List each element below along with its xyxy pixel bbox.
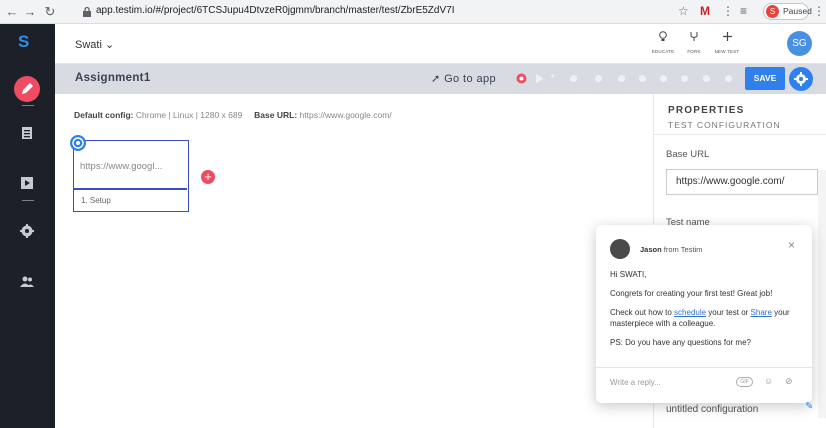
pencil-edit-icon[interactable]: ✎ (805, 401, 813, 412)
chat-widget: Jason from Testim × Hi SWATI, Congrets f… (596, 225, 812, 403)
back-icon[interactable]: ← (4, 4, 20, 20)
base-url-value[interactable]: https://www.google.com/ (300, 110, 392, 120)
test-toolbar: Assignment1 ➚ Go to app ▾ SAVE (55, 64, 826, 94)
base-url-field-label: Base URL (666, 149, 710, 160)
url-text: app.testim.io/#/project/6TCSJupu4DtvzeR0… (96, 5, 455, 16)
fork-label: FORK (687, 49, 701, 54)
team-icon[interactable] (19, 273, 35, 289)
chat-greeting: Hi SWATI, (610, 270, 647, 279)
step-name: 1. Setup (81, 196, 111, 205)
panel-scroll-edge (818, 170, 826, 418)
project-selector[interactable]: Swati ⌄ (75, 38, 114, 51)
browser-toolbar: ← → ↻ app.testim.io/#/project/6TCSJupu4D… (0, 0, 826, 24)
sender-name: Jason (640, 245, 662, 254)
sidebar-divider (22, 105, 34, 106)
more-icon[interactable] (725, 75, 732, 82)
left-sidebar: S (0, 24, 55, 428)
step-icon[interactable] (618, 75, 625, 82)
reload-icon[interactable]: ↻ (42, 4, 58, 20)
agent-avatar (610, 239, 630, 259)
chat-line-1: Congrets for creating your first test! G… (610, 289, 773, 298)
chevron-down-icon: ⌄ (104, 39, 115, 51)
properties-title: PROPERTIES (668, 105, 745, 116)
lightbulb-icon (659, 31, 667, 41)
breakpoint-icon[interactable] (595, 75, 602, 82)
fork-button[interactable]: FORK (679, 29, 709, 54)
base-url-label: Base URL: (254, 110, 298, 120)
chat-line-3: PS: Do you have any questions for me? (610, 338, 751, 347)
list-view-icon[interactable] (681, 75, 688, 82)
list-icon[interactable] (19, 125, 35, 141)
sender-suffix: from Testim (663, 245, 703, 254)
new-test-label: NEW TEST (714, 49, 740, 54)
panel-divider (654, 134, 826, 135)
go-to-app-label: Go to app (444, 73, 497, 85)
plus-icon (722, 32, 732, 41)
default-config-value[interactable]: Chrome | Linux | 1280 x 689 (136, 110, 242, 120)
pencil-icon (22, 83, 33, 94)
setup-step-card[interactable]: https://www.googl... 1. Setup (73, 140, 189, 212)
chat-text: Check out how to (610, 308, 675, 317)
run-options-icon[interactable]: ▾ (551, 72, 555, 80)
app-logo[interactable]: S (18, 32, 29, 52)
play-icon[interactable] (19, 175, 35, 191)
arrow-icon: ➚ (431, 73, 441, 85)
chat-sender: Jason from Testim (640, 245, 702, 254)
test-title[interactable]: Assignment1 (75, 72, 151, 84)
reply-input[interactable]: Write a reply... (610, 378, 661, 387)
step-divider (74, 188, 187, 190)
add-step-button[interactable]: + (201, 170, 215, 184)
tag-icon[interactable] (660, 75, 667, 82)
share-link[interactable]: Share (751, 308, 772, 317)
reading-list-icon[interactable]: ⋮ (722, 4, 734, 18)
app-header: Swati ⌄ EDUCATE FORK NEW TEST SG (55, 24, 826, 64)
gmail-extension-icon[interactable]: M (700, 4, 710, 18)
paused-label: Paused (783, 6, 812, 16)
chat-text: your test or (706, 308, 751, 317)
profile-paused-chip[interactable]: S Paused (763, 3, 812, 20)
test-settings-button[interactable] (789, 67, 813, 91)
bookmark-star-icon[interactable]: ☆ (678, 4, 689, 18)
browser-menu-icon[interactable]: ⋮ (813, 4, 825, 18)
chrome-icon (70, 135, 86, 151)
config-summary: Default config: Chrome | Linux | 1280 x … (74, 110, 392, 120)
fork-icon (690, 32, 698, 41)
emoji-icon[interactable]: ☺ (764, 376, 773, 386)
test-canvas: Default config: Chrome | Linux | 1280 x … (55, 94, 653, 418)
chat-line-2: Check out how to schedule your test or S… (610, 307, 805, 329)
share-icon[interactable] (703, 75, 710, 82)
default-config-label: Default config: (74, 110, 134, 120)
tab-search-icon[interactable]: ≡ (740, 4, 747, 18)
chat-message: Hi SWATI, Congrets for creating your fir… (610, 269, 805, 356)
more-options-icon[interactable] (570, 75, 577, 82)
editor-button[interactable] (14, 76, 40, 102)
project-name: Swati (75, 39, 102, 51)
step-screenshot-url: https://www.googl... (80, 161, 163, 172)
go-to-app-button[interactable]: ➚ Go to app (431, 72, 496, 85)
base-url-input[interactable]: https://www.google.com/ (666, 169, 818, 195)
separator-icon (639, 75, 646, 82)
educate-label: EDUCATE (651, 49, 675, 54)
educate-button[interactable]: EDUCATE (648, 29, 678, 54)
configuration-value[interactable]: untitled configuration (666, 404, 758, 415)
address-bar[interactable]: app.testim.io/#/project/6TCSJupu4DtvzeR0… (78, 3, 660, 21)
new-test-button[interactable]: NEW TEST (712, 29, 742, 54)
sidebar-divider (22, 200, 34, 201)
user-avatar[interactable]: SG (787, 31, 812, 56)
chat-divider (596, 367, 812, 368)
lock-icon (83, 6, 91, 17)
save-button[interactable]: SAVE (745, 67, 785, 90)
profile-avatar: S (766, 5, 779, 18)
gif-button[interactable]: GIF (736, 377, 753, 387)
gear-icon (794, 72, 808, 86)
forward-icon[interactable]: → (22, 4, 38, 20)
attachment-icon[interactable]: ⊘ (785, 376, 793, 387)
record-icon[interactable] (516, 73, 527, 84)
play-test-icon[interactable] (535, 73, 545, 84)
schedule-link[interactable]: schedule (674, 308, 706, 317)
properties-subtitle: TEST CONFIGURATION (668, 120, 781, 130)
settings-icon[interactable] (19, 223, 35, 239)
close-icon[interactable]: × (788, 239, 795, 251)
